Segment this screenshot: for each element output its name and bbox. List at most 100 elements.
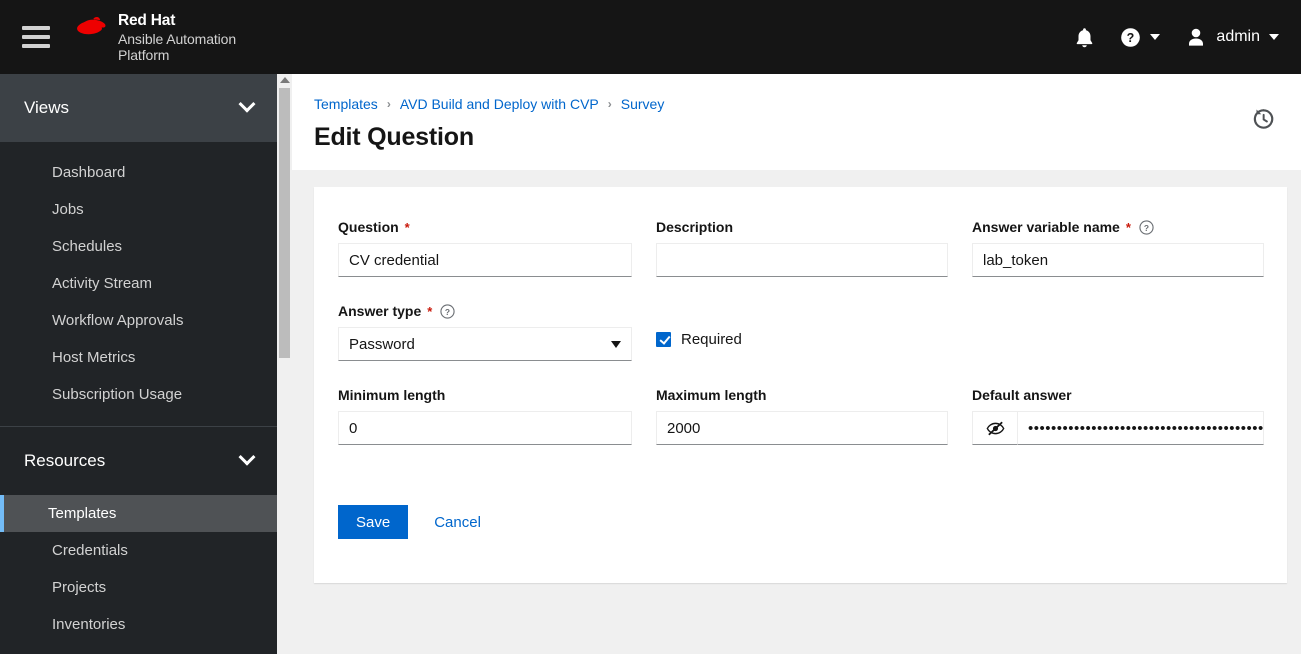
description-input[interactable] — [656, 243, 948, 277]
brand-product-line2: Platform — [118, 47, 170, 64]
help-menu-button[interactable]: ? — [1107, 0, 1173, 74]
grid-gap — [948, 217, 972, 301]
question-field: Question * — [338, 217, 632, 277]
sidebar-group-views-label: Views — [24, 98, 70, 117]
maximum-length-label-text: Maximum length — [656, 387, 767, 403]
sidebar-item-host-metrics[interactable]: Host Metrics — [0, 339, 277, 376]
sidebar-item-label: Credentials — [52, 542, 128, 559]
history-icon — [1253, 109, 1274, 129]
answer-variable-name-input[interactable] — [972, 243, 1264, 277]
masthead: Red Hat Ansible Automation Platform ? ad… — [0, 0, 1301, 74]
sidebar-scrollbar[interactable] — [277, 74, 292, 654]
minimum-length-field: Minimum length — [338, 385, 632, 445]
sidebar-item-hosts[interactable]: Hosts — [0, 643, 277, 654]
svg-text:?: ? — [1144, 222, 1149, 232]
cancel-button[interactable]: Cancel — [434, 514, 481, 531]
required-asterisk: * — [427, 303, 433, 319]
grid-gap — [632, 385, 656, 469]
sidebar-item-label: Host Metrics — [52, 349, 136, 366]
svg-text:?: ? — [445, 306, 450, 316]
sidebar-item-workflow-approvals[interactable]: Workflow Approvals — [0, 302, 277, 339]
grid-gap — [948, 301, 972, 385]
sidebar-group-views[interactable]: Views — [0, 74, 277, 142]
default-answer-masked-value[interactable]: ••••••••••••••••••••••••••••••••••••••••… — [1017, 411, 1264, 445]
sidebar-item-templates[interactable]: Templates — [0, 495, 277, 532]
sidebar-item-jobs[interactable]: Jobs — [0, 191, 277, 228]
chevron-down-icon — [238, 448, 256, 471]
hamburger-icon[interactable] — [22, 26, 50, 48]
required-checkbox[interactable] — [656, 332, 671, 347]
grid-gap — [948, 385, 972, 469]
question-circle-icon[interactable]: ? — [1139, 219, 1154, 235]
answer-type-select[interactable] — [338, 327, 632, 361]
maximum-length-input[interactable] — [656, 411, 948, 445]
sidebar-nav: Views Dashboard Jobs Schedules Activity … — [0, 74, 277, 654]
user-menu-button[interactable]: admin — [1173, 0, 1301, 74]
password-visibility-toggle-button[interactable] — [972, 411, 1017, 445]
breadcrumb-item-templates[interactable]: Templates — [314, 96, 378, 112]
sidebar-item-label: Subscription Usage — [52, 386, 183, 403]
edit-question-form: Question * Description Answer variable n… — [338, 217, 1264, 469]
question-input[interactable] — [338, 243, 632, 277]
required-checkbox-field: Required — [656, 301, 948, 361]
user-icon — [1189, 28, 1204, 46]
required-spacer — [656, 301, 948, 321]
app-root: Red Hat Ansible Automation Platform ? ad… — [0, 0, 1301, 654]
notifications-button[interactable] — [1062, 0, 1107, 74]
breadcrumb-item-template-name[interactable]: AVD Build and Deploy with CVP — [400, 96, 599, 112]
default-answer-label: Default answer — [972, 385, 1264, 405]
required-checkbox-row[interactable]: Required — [656, 331, 948, 348]
answer-type-label-text: Answer type — [338, 303, 422, 319]
history-button[interactable] — [1250, 106, 1276, 132]
sidebar-item-credentials[interactable]: Credentials — [0, 532, 277, 569]
default-answer-input-group: ••••••••••••••••••••••••••••••••••••••••… — [972, 411, 1264, 445]
maximum-length-field: Maximum length — [656, 385, 948, 445]
minimum-length-label-text: Minimum length — [338, 387, 446, 403]
caret-down-icon — [1150, 34, 1161, 40]
save-button[interactable]: Save — [338, 505, 409, 539]
question-label: Question * — [338, 217, 632, 237]
row2-empty-cell — [972, 301, 1264, 361]
required-checkbox-label: Required — [681, 331, 742, 348]
answer-type-label: Answer type * ? — [338, 301, 632, 321]
sidebar-item-activity-stream[interactable]: Activity Stream — [0, 265, 277, 302]
scrollbar-thumb[interactable] — [279, 88, 290, 358]
sidebar-item-projects[interactable]: Projects — [0, 569, 277, 606]
page-title: Edit Question — [314, 123, 474, 151]
svg-text:?: ? — [1127, 31, 1135, 45]
sidebar-item-schedules[interactable]: Schedules — [0, 228, 277, 265]
user-name-label: admin — [1216, 28, 1260, 45]
eye-slash-icon — [986, 421, 1004, 435]
answer-type-select-wrap — [338, 327, 632, 361]
question-circle-icon: ? — [1121, 27, 1141, 47]
sidebar-item-label: Workflow Approvals — [52, 312, 184, 329]
description-label-text: Description — [656, 219, 734, 235]
breadcrumb-separator-icon: › — [607, 97, 612, 111]
brand-text: Red Hat Ansible Automation Platform — [118, 10, 236, 63]
brand-logo[interactable]: Red Hat Ansible Automation Platform — [74, 10, 236, 63]
minimum-length-label: Minimum length — [338, 385, 632, 405]
masthead-toolbar: ? admin — [1062, 0, 1301, 74]
page-header: Templates › AVD Build and Deploy with CV… — [292, 74, 1301, 170]
sidebar-group-resources[interactable]: Resources — [0, 427, 277, 495]
breadcrumb-separator-icon: › — [386, 97, 391, 111]
scroll-up-arrow-icon[interactable] — [280, 77, 290, 83]
answer-variable-name-field: Answer variable name * ? — [972, 217, 1264, 277]
chevron-down-icon — [238, 95, 256, 118]
caret-down-icon — [1269, 34, 1279, 40]
required-asterisk: * — [1125, 219, 1131, 235]
maximum-length-label: Maximum length — [656, 385, 948, 405]
sidebar-item-dashboard[interactable]: Dashboard — [0, 154, 277, 191]
sidebar-group-resources-label: Resources — [24, 451, 106, 470]
minimum-length-input[interactable] — [338, 411, 632, 445]
sidebar-item-label: Projects — [52, 579, 107, 596]
question-circle-icon[interactable]: ? — [440, 303, 455, 319]
description-field: Description — [656, 217, 948, 277]
sidebar-item-subscription-usage[interactable]: Subscription Usage — [0, 376, 277, 413]
breadcrumb-item-survey[interactable]: Survey — [621, 96, 665, 112]
sidebar-item-inventories[interactable]: Inventories — [0, 606, 277, 643]
brand-redhat-label: Red Hat — [118, 12, 176, 30]
form-actions: Save Cancel — [338, 505, 1263, 539]
main-content: Templates › AVD Build and Deploy with CV… — [292, 74, 1301, 654]
